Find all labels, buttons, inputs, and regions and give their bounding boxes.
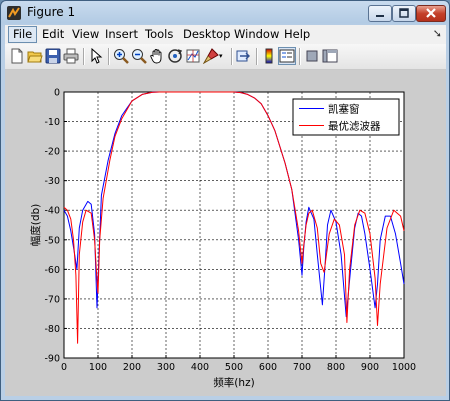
y-tick-label: -30 [44,176,60,187]
print-icon[interactable] [63,48,79,64]
figure-canvas: 0 100 200 300 400 500 600 700 800 900 1000 0 -10 -20 -… [5,70,446,396]
menu-view[interactable]: View [68,26,103,43]
y-tick-label: -10 [44,117,60,128]
maximize-icon [399,8,409,18]
y-tick-label: -70 [44,294,60,305]
close-icon [426,8,436,18]
figure-toolbar: ▾ [5,44,446,70]
window-title: Figure 1 [27,5,76,19]
dock-arrow-icon[interactable]: ➘ [433,27,442,40]
pan-hand-icon[interactable] [149,48,165,64]
y-tick-label: -60 [44,265,60,276]
x-tick-label: 500 [225,362,243,373]
figure-window: Figure 1 File Edit View Insert Tools Des… [0,0,450,401]
select-arrow-icon[interactable] [88,48,104,64]
x-tick-label: 600 [259,362,277,373]
x-tick-label: 100 [89,362,107,373]
x-tick-label: 400 [191,362,209,373]
x-tick-label: 900 [361,362,379,373]
legend[interactable]: 凯塞窗 最优滤波器 [292,98,400,136]
window-client: File Edit View Insert Tools Desktop Wind… [5,25,446,396]
save-icon[interactable] [45,48,61,64]
menu-edit[interactable]: Edit [38,26,68,43]
y-tick-label: 0 [54,88,60,99]
zoom-out-icon[interactable] [131,48,147,64]
x-tick-label: 200 [123,362,141,373]
open-file-icon[interactable] [27,48,43,64]
legend-label-series1: 凯塞窗 [328,103,360,116]
show-plot-tools-icon[interactable] [322,48,338,64]
legend-icon[interactable] [278,47,296,65]
zoom-in-icon[interactable] [113,48,129,64]
new-figure-icon[interactable] [9,48,25,64]
menu-help[interactable]: Help [280,26,314,43]
y-tick-label: -20 [44,147,60,158]
x-tick-label: 700 [293,362,311,373]
hide-plot-tools-icon[interactable] [304,48,320,64]
x-tick-label: 0 [61,362,67,373]
x-axis-label: 频率(hz) [213,376,254,389]
rotate-3d-icon[interactable] [167,48,183,64]
y-tick-label: -90 [44,354,60,365]
x-tick-label: 1000 [392,362,416,373]
y-tick-label: -50 [44,235,60,246]
x-tick-label: 300 [157,362,175,373]
y-axis-label: 幅度(db) [29,204,42,247]
y-tick-label: -80 [44,324,60,335]
close-button[interactable] [416,5,446,22]
menu-window[interactable]: Window [230,26,283,43]
legend-label-series2: 最优滤波器 [328,120,381,133]
maximize-button[interactable] [392,5,416,22]
menu-bar: File Edit View Insert Tools Desktop Wind… [5,25,446,44]
brush-icon[interactable] [203,48,219,64]
menu-tools[interactable]: Tools [141,26,177,43]
menu-insert[interactable]: Insert [101,26,142,43]
minimize-button[interactable] [368,5,392,22]
plot-svg[interactable]: 0 100 200 300 400 500 600 700 800 900 1000 0 -10 -20 -… [5,70,446,396]
x-tick-label: 800 [327,362,345,373]
y-tick-label: -40 [44,206,60,217]
title-bar[interactable]: Figure 1 [1,1,449,25]
menu-desktop[interactable]: Desktop [179,26,234,43]
matlab-icon [7,6,21,20]
minimize-icon [376,15,384,17]
link-icon[interactable] [236,48,252,64]
colorbar-icon[interactable] [261,48,277,64]
data-cursor-icon[interactable] [185,48,201,64]
menu-file[interactable]: File [8,26,38,43]
brush-dropdown-icon[interactable]: ▾ [219,52,223,60]
